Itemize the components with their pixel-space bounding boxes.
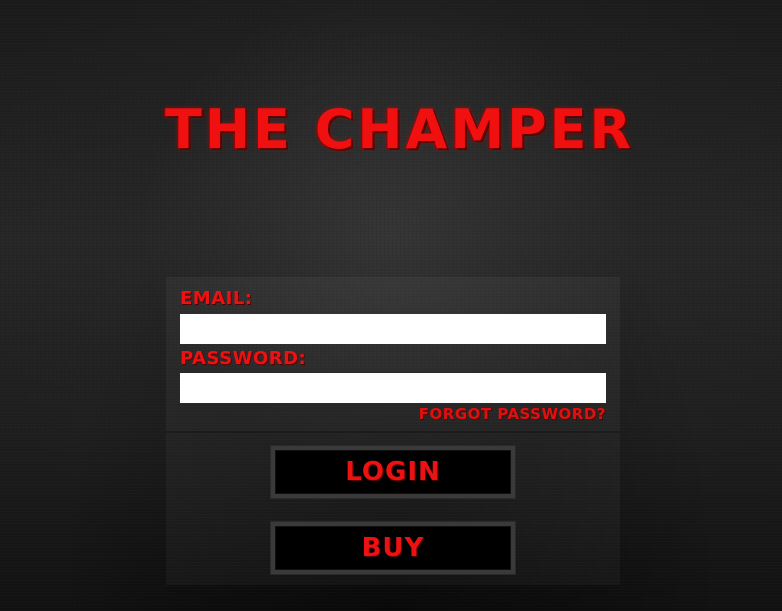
email-label: EMAIL: <box>180 288 253 309</box>
login-button[interactable]: LOGIN <box>271 446 515 498</box>
app-title: THE CHAMPER <box>165 98 635 161</box>
email-field[interactable] <box>180 314 606 344</box>
forgot-password-link[interactable]: FORGOT PASSWORD? <box>419 405 606 423</box>
buy-button[interactable]: BUY <box>271 522 515 574</box>
login-screen: THE CHAMPER EMAIL: PASSWORD: FORGOT PASS… <box>0 0 782 611</box>
password-label: PASSWORD: <box>180 348 307 369</box>
password-field[interactable] <box>180 373 606 403</box>
